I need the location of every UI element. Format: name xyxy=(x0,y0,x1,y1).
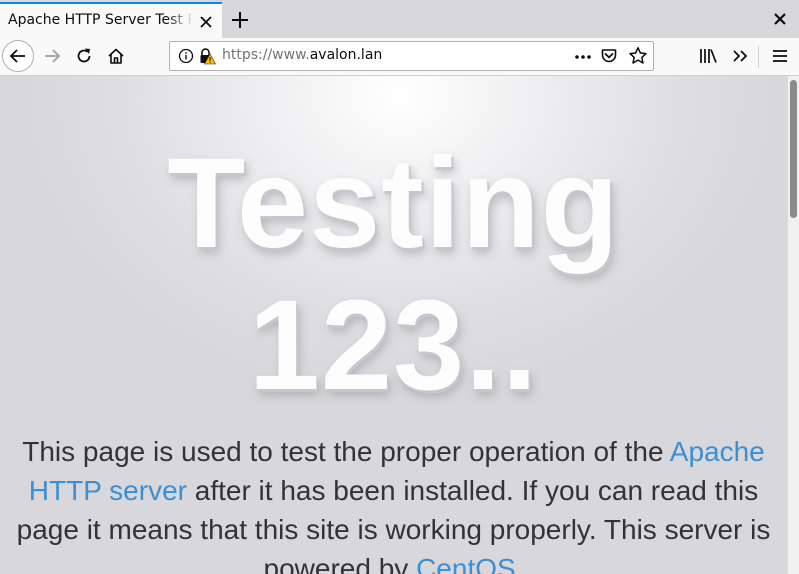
reload-icon xyxy=(77,48,91,63)
home-icon xyxy=(108,48,124,64)
star-icon[interactable] xyxy=(628,46,648,66)
library-button[interactable] xyxy=(696,44,720,68)
back-button[interactable] xyxy=(2,40,34,72)
menu-button[interactable] xyxy=(768,44,792,68)
url-text[interactable]: https://www.avalon.lan xyxy=(222,47,382,63)
tab-title: Apache HTTP Server Test Page powered by … xyxy=(8,12,194,28)
more-icon[interactable] xyxy=(572,48,594,66)
page-content: Testing 123.. This page is used to test … xyxy=(0,76,787,574)
overflow-button[interactable] xyxy=(728,44,752,68)
navigation-toolbar: https://www.avalon.lan xyxy=(0,38,799,76)
overflow-chevron-icon xyxy=(733,50,748,62)
close-icon[interactable] xyxy=(197,13,215,31)
url-bar[interactable]: https://www.avalon.lan xyxy=(169,41,654,71)
url-domain: avalon.lan xyxy=(309,47,383,63)
centos-link[interactable]: CentOS xyxy=(416,553,516,574)
url-scheme: https://www. xyxy=(222,47,310,63)
forward-button[interactable] xyxy=(40,44,64,68)
lock-warning-icon[interactable] xyxy=(198,47,216,65)
heading-123: 123.. xyxy=(248,274,539,417)
heading-testing: Testing xyxy=(167,132,620,275)
close-icon[interactable] xyxy=(772,11,788,27)
home-button[interactable] xyxy=(104,44,128,68)
toolbar-separator xyxy=(758,46,759,68)
pocket-icon[interactable] xyxy=(600,47,618,65)
tab-strip: Apache HTTP Server Test Page powered by … xyxy=(0,0,799,38)
hamburger-menu-icon xyxy=(773,50,787,62)
tab-active[interactable]: Apache HTTP Server Test Page powered by … xyxy=(0,2,222,38)
description-text: This page is used to test the proper ope… xyxy=(22,436,670,467)
plus-icon[interactable] xyxy=(230,10,250,30)
reload-button[interactable] xyxy=(72,44,96,68)
scrollbar-thumb[interactable] xyxy=(790,80,797,218)
forward-arrow-icon xyxy=(45,49,61,63)
back-arrow-icon xyxy=(9,49,25,63)
description-text: . xyxy=(515,553,524,574)
library-icon xyxy=(700,49,717,63)
vertical-scrollbar[interactable] xyxy=(787,76,799,574)
description-paragraph: This page is used to test the proper ope… xyxy=(0,432,787,574)
info-icon[interactable] xyxy=(178,48,194,64)
